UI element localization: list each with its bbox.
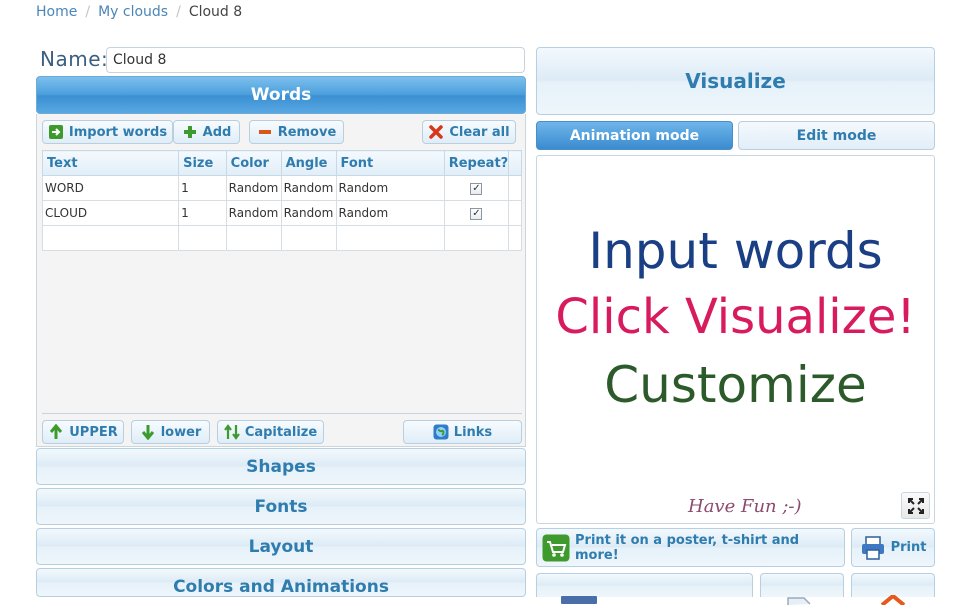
cloud-name-input[interactable] bbox=[106, 47, 525, 73]
save-button[interactable] bbox=[536, 573, 753, 604]
colors-animations-panel-header[interactable]: Colors and Animations bbox=[36, 568, 526, 597]
breadcrumb: Home / My clouds / Cloud 8 bbox=[36, 4, 242, 20]
plus-icon bbox=[182, 124, 198, 140]
cell-font[interactable]: Random bbox=[335, 175, 445, 201]
lowercase-button[interactable]: lower bbox=[131, 420, 210, 444]
cell-color[interactable]: Random bbox=[225, 200, 282, 226]
breadcrumb-separator: / bbox=[85, 4, 91, 20]
add-label: Add bbox=[202, 124, 232, 140]
column-header-spacer bbox=[508, 150, 522, 176]
capitalize-label: Capitalize bbox=[244, 424, 318, 440]
printer-icon bbox=[860, 535, 886, 561]
fullscreen-button[interactable] bbox=[901, 492, 930, 519]
cell-spacer bbox=[508, 225, 522, 251]
capitalize-button[interactable]: Capitalize bbox=[217, 420, 324, 444]
table-row[interactable]: CLOUD 1 Random Random Random ✓ bbox=[41, 200, 522, 226]
print-label: Print bbox=[890, 540, 927, 555]
repeat-checkbox[interactable]: ✓ bbox=[470, 182, 483, 195]
breadcrumb-my-clouds-link[interactable]: My clouds bbox=[98, 4, 168, 20]
breadcrumb-home-link[interactable]: Home bbox=[36, 4, 77, 20]
cell-spacer bbox=[508, 200, 522, 226]
words-divider bbox=[42, 413, 522, 414]
cell-color[interactable]: Random bbox=[225, 175, 282, 201]
cell-repeat: ✓ bbox=[443, 200, 510, 226]
cart-icon bbox=[542, 534, 570, 562]
table-row-empty[interactable] bbox=[41, 225, 522, 251]
uppercase-button[interactable]: UPPER bbox=[42, 420, 124, 444]
import-arrow-icon bbox=[48, 124, 64, 140]
import-words-label: Import words bbox=[68, 124, 168, 140]
cell-text[interactable]: WORD bbox=[41, 175, 180, 201]
clear-all-label: Clear all bbox=[449, 124, 510, 140]
print-button[interactable]: Print bbox=[851, 528, 935, 567]
share-icon bbox=[880, 590, 906, 607]
arrow-up-icon bbox=[48, 423, 64, 440]
remove-label: Remove bbox=[277, 124, 337, 140]
arrows-updown-icon bbox=[223, 424, 240, 440]
cell-empty[interactable] bbox=[443, 225, 510, 251]
cell-size[interactable]: 1 bbox=[178, 200, 227, 226]
cell-empty[interactable] bbox=[280, 225, 337, 251]
cell-repeat: ✓ bbox=[443, 175, 510, 201]
x-icon bbox=[428, 124, 444, 140]
export-button[interactable] bbox=[760, 573, 844, 605]
column-header-repeat[interactable]: Repeat? bbox=[443, 150, 510, 176]
fonts-panel-header[interactable]: Fonts bbox=[36, 488, 526, 525]
visualize-button[interactable]: Visualize bbox=[536, 47, 935, 115]
repeat-checkbox[interactable]: ✓ bbox=[470, 207, 483, 220]
cell-angle[interactable]: Random bbox=[280, 200, 337, 226]
column-header-font[interactable]: Font bbox=[335, 150, 445, 176]
share-button[interactable] bbox=[851, 573, 935, 607]
cell-empty[interactable] bbox=[225, 225, 282, 251]
canvas-line-click-visualize: Click Visualize! bbox=[555, 289, 916, 345]
canvas-line-customize: Customize bbox=[604, 356, 867, 414]
column-header-color[interactable]: Color bbox=[225, 150, 282, 176]
cell-size[interactable]: 1 bbox=[178, 175, 227, 201]
uppercase-label: UPPER bbox=[69, 424, 118, 440]
cell-angle[interactable]: Random bbox=[280, 175, 337, 201]
print-poster-button[interactable]: Print it on a poster, t-shirt and more! bbox=[536, 528, 845, 567]
column-header-text[interactable]: Text bbox=[41, 150, 180, 176]
breadcrumb-separator: / bbox=[176, 4, 181, 20]
remove-button[interactable]: Remove bbox=[249, 120, 344, 144]
clear-all-button[interactable]: Clear all bbox=[422, 120, 516, 144]
minus-icon bbox=[257, 124, 273, 140]
words-table: Text Size Color Angle Font Repeat? WORD … bbox=[41, 150, 522, 251]
breadcrumb-current: Cloud 8 bbox=[188, 4, 243, 20]
cell-font[interactable]: Random bbox=[335, 200, 445, 226]
cell-empty[interactable] bbox=[335, 225, 445, 251]
table-header-row: Text Size Color Angle Font Repeat? bbox=[41, 150, 522, 176]
add-button[interactable]: Add bbox=[173, 120, 240, 144]
tab-animation-mode[interactable]: Animation mode bbox=[536, 121, 733, 150]
table-row[interactable]: WORD 1 Random Random Random ✓ bbox=[41, 175, 522, 201]
tab-edit-mode[interactable]: Edit mode bbox=[738, 121, 935, 150]
arrow-down-icon bbox=[140, 424, 156, 441]
cell-text[interactable]: CLOUD bbox=[41, 200, 180, 226]
cell-empty[interactable] bbox=[41, 225, 180, 251]
links-button[interactable]: Links bbox=[403, 420, 522, 444]
document-icon bbox=[786, 590, 814, 605]
name-label: Name: bbox=[40, 47, 109, 71]
layout-panel-header[interactable]: Layout bbox=[36, 528, 526, 565]
have-fun-text: Have Fun ;-) bbox=[688, 496, 802, 517]
shapes-panel-header[interactable]: Shapes bbox=[36, 448, 526, 485]
lowercase-label: lower bbox=[160, 424, 202, 440]
cell-empty[interactable] bbox=[178, 225, 227, 251]
cell-spacer bbox=[508, 175, 522, 201]
links-label: Links bbox=[453, 424, 493, 440]
column-header-angle[interactable]: Angle bbox=[280, 150, 337, 176]
save-icon bbox=[561, 589, 597, 604]
column-header-size[interactable]: Size bbox=[178, 150, 227, 176]
fullscreen-icon bbox=[908, 498, 924, 514]
globe-icon bbox=[433, 424, 449, 440]
words-panel-header[interactable]: Words bbox=[36, 76, 526, 114]
print-poster-label: Print it on a poster, t-shirt and more! bbox=[575, 532, 800, 563]
import-words-button[interactable]: Import words bbox=[42, 120, 173, 144]
canvas-line-input-words: Input words bbox=[588, 222, 883, 280]
